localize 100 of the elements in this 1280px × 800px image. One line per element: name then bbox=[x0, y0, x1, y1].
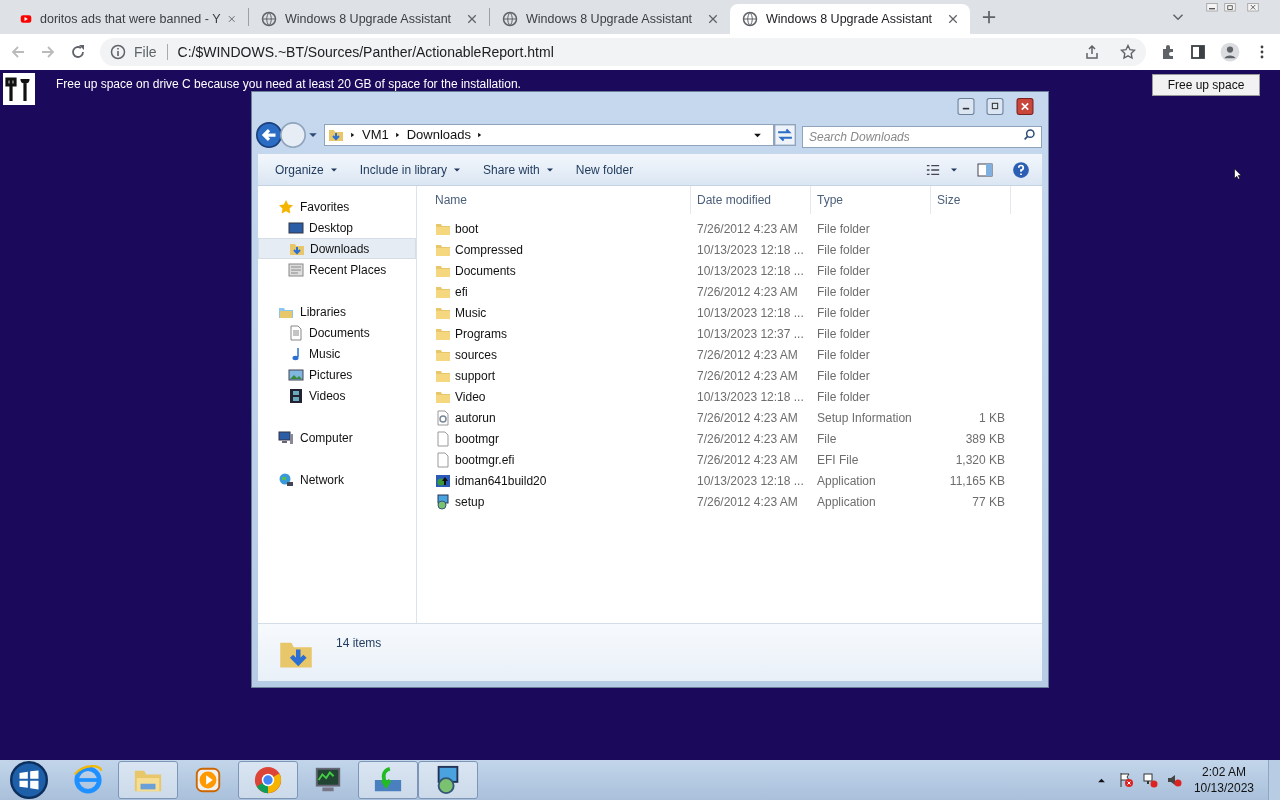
address-bar[interactable]: File C:/$WINDOWS.~BT/Sources/Panther/ActionableReport.html bbox=[100, 38, 1146, 66]
file-name[interactable]: idman641build20 bbox=[455, 471, 547, 490]
help-icon bbox=[1012, 160, 1030, 179]
type-cell-text: File folder bbox=[816, 388, 871, 406]
nav-item[interactable]: Desktop bbox=[258, 217, 416, 238]
desktop-icon bbox=[288, 219, 304, 236]
file-name[interactable]: boot bbox=[455, 219, 479, 238]
play-icon bbox=[193, 765, 223, 795]
tab-title: doritos ads that were banned - Y bbox=[40, 10, 221, 28]
date-cell-text: 10/13/2023 12:18 ... bbox=[696, 472, 805, 490]
nav-item[interactable]: Videos bbox=[258, 385, 416, 406]
breadcrumb-item[interactable]: VM1 bbox=[362, 125, 389, 145]
browser-tab[interactable]: Windows 8 Upgrade Assistant bbox=[490, 4, 730, 34]
globe-icon bbox=[261, 11, 277, 27]
nav-group-label[interactable]: Favorites bbox=[300, 197, 350, 216]
breadcrumb-item[interactable]: Downloads bbox=[406, 125, 472, 145]
file-name[interactable]: Compressed bbox=[455, 240, 524, 259]
new-tab-icon bbox=[982, 10, 996, 24]
info-icon bbox=[110, 44, 126, 60]
toolbar-button[interactable]: Share with bbox=[472, 157, 565, 182]
file-name[interactable]: setup bbox=[455, 492, 485, 511]
size-cell-text: 1 KB bbox=[978, 409, 1006, 427]
free-up-space-button[interactable]: Free up space bbox=[1152, 74, 1260, 96]
refresh-icon bbox=[774, 124, 796, 146]
date-cell-text: 7/26/2012 4:23 AM bbox=[696, 220, 799, 238]
nav-item[interactable]: Documents bbox=[258, 322, 416, 343]
toolbar-button[interactable]: New folder bbox=[564, 157, 645, 182]
file-name[interactable]: bootmgr.efi bbox=[455, 450, 515, 469]
toolbar-button[interactable]: Include in library bbox=[348, 157, 473, 182]
date-cell-text: 7/26/2012 4:23 AM bbox=[696, 409, 799, 427]
browser-tab[interactable]: Windows 8 Upgrade Assistant bbox=[730, 4, 970, 34]
file-name[interactable]: efi bbox=[455, 282, 468, 301]
nav-group-label[interactable]: Network bbox=[300, 470, 344, 489]
nav-item[interactable]: Music bbox=[258, 343, 416, 364]
banner-message: Free up space on drive C because you need at least 20 GB of space for the installation. bbox=[56, 76, 521, 93]
application-icon bbox=[435, 472, 451, 489]
file-name[interactable]: bootmgr bbox=[455, 429, 500, 448]
tab-title: Windows 8 Upgrade Assistant bbox=[526, 10, 694, 28]
size-cell-text: 77 KB bbox=[971, 493, 1006, 511]
back-icon bbox=[10, 44, 26, 60]
nav-item[interactable]: Pictures bbox=[258, 364, 416, 385]
file-name[interactable]: support bbox=[455, 366, 496, 385]
speaker-muted-icon bbox=[1165, 772, 1182, 788]
size-cell-text: 389 KB bbox=[964, 430, 1006, 448]
date-cell-text: 10/13/2023 12:18 ... bbox=[696, 262, 805, 280]
type-cell-text: File bbox=[816, 430, 838, 448]
file-name[interactable]: Programs bbox=[455, 324, 507, 343]
type-cell-text: File folder bbox=[816, 325, 871, 343]
chevron-right-icon bbox=[394, 131, 401, 139]
date-cell-text: 10/13/2023 12:18 ... bbox=[696, 241, 805, 259]
type-cell-text: File folder bbox=[816, 283, 871, 301]
search-icon bbox=[1023, 128, 1036, 141]
browser-tab[interactable]: doritos ads that were banned - Y bbox=[8, 4, 248, 34]
url-text: C:/$WINDOWS.~BT/Sources/Panther/ActionableReport.html bbox=[177, 42, 554, 62]
file-name[interactable]: Documents bbox=[455, 261, 516, 280]
preview-pane-icon bbox=[976, 161, 994, 178]
column-header[interactable]: Date modified bbox=[691, 186, 811, 214]
nav-group-label[interactable]: Libraries bbox=[300, 302, 347, 321]
minimize-icon bbox=[1204, 2, 1220, 14]
picture-frame-icon bbox=[288, 366, 304, 383]
type-cell-text: EFI File bbox=[816, 451, 860, 469]
date-cell-text: 10/13/2023 12:37 ... bbox=[696, 325, 805, 343]
date-cell-text: 10/13/2023 12:18 ... bbox=[696, 388, 805, 406]
search-field[interactable]: Search Downloads bbox=[802, 126, 1042, 148]
file-name[interactable]: autorun bbox=[455, 408, 496, 427]
file-name[interactable]: Music bbox=[455, 303, 487, 322]
clock-date[interactable]: 10/13/2023 bbox=[1193, 780, 1254, 796]
toolbar-button[interactable]: Organize bbox=[264, 157, 349, 182]
type-cell-text: File folder bbox=[816, 220, 871, 238]
type-cell-text: File folder bbox=[816, 367, 871, 385]
size-cell-text: 11,165 KB bbox=[948, 472, 1006, 490]
clock-time[interactable]: 2:02 AM bbox=[1201, 764, 1246, 780]
recent-places-icon bbox=[288, 261, 304, 278]
browser-tab[interactable]: Windows 8 Upgrade Assistant bbox=[249, 4, 489, 34]
nav-group-label[interactable]: Computer bbox=[300, 428, 353, 447]
column-header[interactable]: Size bbox=[931, 186, 1011, 214]
bookmark-star-icon bbox=[1120, 44, 1136, 60]
date-cell-text: 7/26/2012 4:23 AM bbox=[696, 493, 799, 511]
breadcrumb-bar[interactable]: VM1 Downloads bbox=[324, 124, 774, 146]
type-cell-text: Application bbox=[816, 472, 877, 490]
reload-icon bbox=[70, 44, 86, 60]
share-icon bbox=[1084, 44, 1100, 60]
column-header[interactable]: Name bbox=[417, 186, 691, 214]
column-header[interactable]: Type bbox=[811, 186, 931, 214]
type-cell-text: File folder bbox=[816, 346, 871, 364]
type-cell-text: Application bbox=[816, 493, 877, 511]
globe-icon bbox=[742, 11, 758, 27]
mouse-cursor-icon bbox=[1233, 165, 1245, 183]
type-cell-text: File folder bbox=[816, 262, 871, 280]
nav-item[interactable]: Downloads bbox=[258, 238, 416, 259]
file-name[interactable]: Video bbox=[455, 387, 486, 406]
file-name[interactable]: sources bbox=[455, 345, 498, 364]
tab-title: Windows 8 Upgrade Assistant bbox=[766, 10, 934, 28]
restore-icon bbox=[1222, 2, 1238, 14]
browser-e-icon bbox=[73, 765, 103, 795]
taskbar-button[interactable] bbox=[418, 761, 478, 799]
tab-title: Windows 8 Upgrade Assistant bbox=[285, 10, 453, 28]
document-icon bbox=[288, 324, 304, 341]
nav-item[interactable]: Recent Places bbox=[258, 259, 416, 280]
type-cell-text: Setup Information bbox=[816, 409, 913, 427]
